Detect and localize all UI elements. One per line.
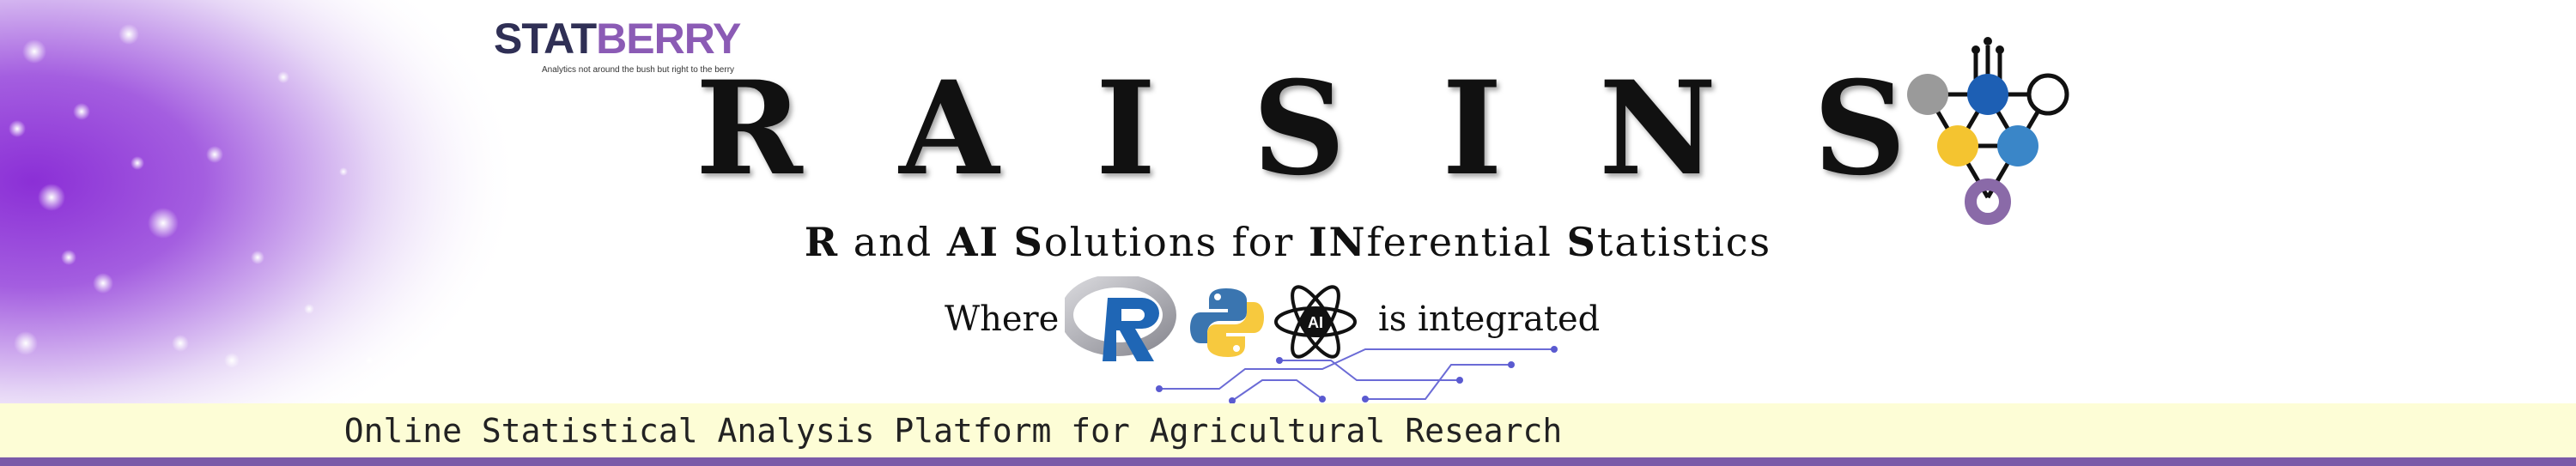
subtitle-initial: S xyxy=(1013,219,1044,265)
title-letter: S xyxy=(1813,53,1906,204)
page-title: R A I S I N S xyxy=(696,60,1906,197)
subtitle-initial: S xyxy=(1566,219,1597,265)
subtitle-initial: R xyxy=(804,219,840,265)
subtitle-text: tatistics xyxy=(1596,219,1772,265)
title-letter: I xyxy=(1442,53,1503,204)
integrated-label: is integrated xyxy=(1378,300,1601,339)
subtitle: R and AI Solutions for INferential Stati… xyxy=(751,219,1825,265)
subtitle-text: and xyxy=(839,219,947,265)
title-letter: N xyxy=(1599,53,1717,204)
subtitle-text: ferential xyxy=(1366,219,1567,265)
title-letter: S xyxy=(1252,53,1346,204)
title-letter: I xyxy=(1096,53,1157,204)
logo-part1: STAT xyxy=(494,15,597,63)
subtitle-initial: IN xyxy=(1309,219,1367,265)
bottom-divider xyxy=(0,457,2576,466)
title-letter: R xyxy=(696,53,803,204)
subtitle-text: olutions for xyxy=(1043,219,1309,265)
title-letter: A xyxy=(899,53,999,204)
tagline: Online Statistical Analysis Platform for… xyxy=(343,412,1563,450)
where-label: Where xyxy=(945,300,1060,339)
header-banner: STATBERRY Analytics not around the bush … xyxy=(0,0,2576,466)
subtitle-initial: AI xyxy=(946,219,1000,265)
raisins-molecule-icon xyxy=(1907,37,2069,225)
ai-badge-text: AI xyxy=(1308,314,1323,331)
subtitle-text xyxy=(999,219,1014,265)
circuit-lines-icon xyxy=(1156,346,1558,404)
